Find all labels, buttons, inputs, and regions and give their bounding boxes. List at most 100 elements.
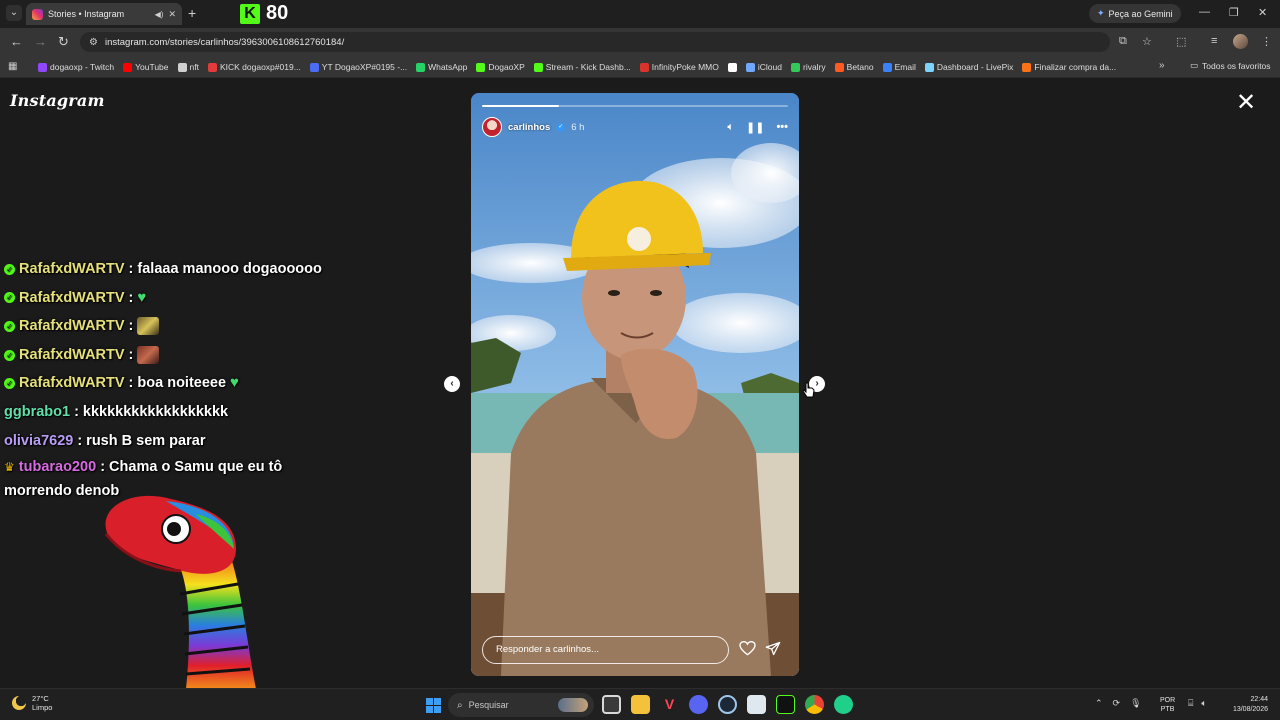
language-indicator[interactable]: POR PTB: [1160, 696, 1175, 714]
bookmark-item[interactable]: Betano: [834, 59, 874, 75]
tray-overflow-icon[interactable]: ⌃: [1095, 698, 1103, 709]
bookmark-label: DogaoXP: [488, 62, 525, 72]
story-card[interactable]: carlinhos ✓ 6 h 🔈︎ ❚❚ ••• Responder a ca…: [471, 93, 799, 676]
bookmark-item[interactable]: Email: [882, 59, 916, 75]
chrome-icon[interactable]: [805, 695, 824, 714]
screen: ⌄ Stories • Instagram ◀) ✕ + K 80 ✦ Peça…: [0, 0, 1280, 720]
tab-search-button[interactable]: ⌄: [6, 5, 22, 21]
url-field[interactable]: ⚙ instagram.com/stories/carlinhos/396300…: [80, 32, 1110, 52]
reply-input[interactable]: Responder a carlinhos...: [482, 636, 729, 664]
bookmark-item[interactable]: YT DogaoXP#0195 -...: [309, 59, 407, 75]
bookmark-favicon-icon: [639, 62, 649, 72]
bookmark-item[interactable]: WhatsApp: [416, 59, 467, 75]
site-info-icon[interactable]: ⚙: [89, 37, 98, 48]
media-controls-icon[interactable]: ≡: [1211, 35, 1217, 47]
bookmark-item[interactable]: Finalizar compra da...: [1022, 59, 1116, 75]
forward-button[interactable]: →: [34, 35, 47, 49]
bookmark-item[interactable]: InfinityPoke MMO: [639, 59, 719, 75]
minimize-button[interactable]: —: [1199, 6, 1210, 18]
more-icon[interactable]: •••: [776, 121, 788, 133]
hand-cursor-icon: [803, 382, 815, 398]
kick-app-icon[interactable]: [776, 695, 795, 714]
pause-icon[interactable]: ❚❚: [746, 121, 764, 134]
valorant-icon[interactable]: V: [660, 695, 679, 714]
clock[interactable]: 22:44 13/08/2026: [1224, 695, 1268, 715]
story-progress-bar: [482, 105, 788, 107]
bookmark-label: iCloud: [757, 62, 782, 72]
search-label: Pesquisar: [468, 700, 509, 710]
bookmark-item[interactable]: iCloud: [745, 59, 782, 75]
bookmark-item[interactable]: dogaoxp - Twitch: [38, 59, 114, 75]
instagram-story-viewer: Instagram ✕ ✓ RafafxdWARTV : falaaa manoo…: [0, 79, 1280, 689]
tab-instagram-stories[interactable]: Stories • Instagram ◀) ✕: [26, 3, 182, 25]
sync-icon[interactable]: ⟳: [1113, 698, 1121, 709]
taskbar-search[interactable]: ⌕ Pesquisar: [448, 693, 594, 717]
gemini-button[interactable]: ✦ Peça ao Gemini: [1089, 4, 1181, 23]
profile-avatar[interactable]: [1233, 34, 1248, 49]
tray-status-icons: ⌸ 🔈︎: [1188, 698, 1207, 709]
network-icon[interactable]: ⌸: [1188, 698, 1193, 709]
tab-close-button[interactable]: ✕: [168, 9, 176, 20]
weather-widget[interactable]: 27°C Limpo: [12, 694, 52, 712]
extensions-icon[interactable]: ⬚: [1176, 35, 1186, 48]
bookmark-item[interactable]: KICK dogaoxp#019...: [207, 59, 301, 75]
bookmark-item[interactable]: rivalry: [790, 59, 826, 75]
share-icon[interactable]: [765, 641, 781, 656]
weather-text: 27°C Limpo: [32, 694, 52, 712]
bookmark-item[interactable]: DogaoXP: [476, 59, 525, 75]
chat-message: ✓ RafafxdWARTV : boa noiteeee ♥: [4, 369, 349, 398]
all-bookmarks-folder[interactable]: ▭ Todos os favoritos: [1190, 60, 1271, 71]
gemini-button-label: Peça ao Gemini: [1108, 8, 1173, 19]
task-view-icon[interactable]: [602, 695, 621, 714]
emote-image-icon: [137, 317, 160, 336]
chat-message: ✓ RafafxdWARTV :: [4, 312, 349, 341]
discord-icon[interactable]: [689, 695, 708, 714]
speaker-icon[interactable]: ◀): [155, 10, 164, 19]
windows-taskbar: 27°C Limpo ⌕ Pesquisar V ⌃ ⟳ 🎙︎ POR PTB …: [0, 688, 1280, 720]
bookmark-item[interactable]: nft: [177, 59, 199, 75]
like-icon[interactable]: [739, 641, 756, 656]
instagram-favicon-icon: [32, 8, 43, 20]
bookmarks-more-button[interactable]: »: [1159, 60, 1165, 71]
bookmark-item[interactable]: Dashboard - LivePix: [924, 59, 1013, 75]
chat-text: : boa noiteeee: [128, 375, 227, 392]
instagram-logo[interactable]: Instagram: [10, 91, 105, 110]
previous-story-button[interactable]: ‹: [444, 376, 460, 392]
steam-icon[interactable]: [718, 695, 737, 714]
chat-message: ✓ RafafxdWARTV : falaaa manooo dogaooooo: [4, 255, 349, 284]
bookmark-favicon-icon: [882, 62, 892, 72]
mute-icon[interactable]: 🔈︎: [727, 121, 734, 134]
apps-grid-icon[interactable]: ▦: [8, 61, 17, 72]
back-button[interactable]: ←: [10, 35, 23, 49]
story-username[interactable]: carlinhos: [508, 122, 550, 133]
notepad-icon[interactable]: [747, 695, 766, 714]
chat-username: tubarao200: [18, 459, 97, 476]
bookmark-item[interactable]: Stream - Kick Dashb...: [533, 59, 631, 75]
language-top: POR: [1160, 697, 1176, 704]
story-controls: 🔈︎ ❚❚ •••: [727, 121, 788, 134]
microphone-icon[interactable]: 🎙︎: [1130, 698, 1141, 709]
bookmark-item[interactable]: YouTube: [123, 59, 169, 75]
volume-icon[interactable]: 🔈︎: [1201, 698, 1206, 709]
bookmark-favicon-icon: [207, 62, 217, 72]
chat-username: RafafxdWARTV: [19, 289, 125, 306]
kick-badge-icon: ✓: [4, 320, 15, 332]
install-app-icon[interactable]: ⧉: [1119, 35, 1127, 48]
green-app-icon[interactable]: [834, 695, 853, 714]
chat-text: : falaaa manooo dogaooooo: [128, 261, 322, 277]
chat-username: RafafxdWARTV: [19, 346, 125, 363]
bookmark-item[interactable]: [727, 59, 737, 75]
new-tab-button[interactable]: +: [188, 5, 196, 21]
bookmark-star-icon[interactable]: ☆: [1142, 35, 1152, 48]
search-icon: ⌕: [457, 699, 463, 711]
file-explorer-icon[interactable]: [631, 695, 650, 714]
window-close-button[interactable]: ✕: [1258, 6, 1267, 19]
restore-button[interactable]: ❐: [1229, 6, 1239, 19]
bookmark-label: KICK dogaoxp#019...: [219, 62, 301, 72]
story-author-avatar[interactable]: [482, 117, 502, 137]
close-story-button[interactable]: ✕: [1236, 91, 1256, 115]
verified-badge-icon: ✓: [556, 122, 566, 132]
start-button[interactable]: [426, 698, 441, 713]
browser-menu-icon[interactable]: ⋮: [1261, 35, 1272, 48]
reload-button[interactable]: ↻: [58, 35, 69, 49]
